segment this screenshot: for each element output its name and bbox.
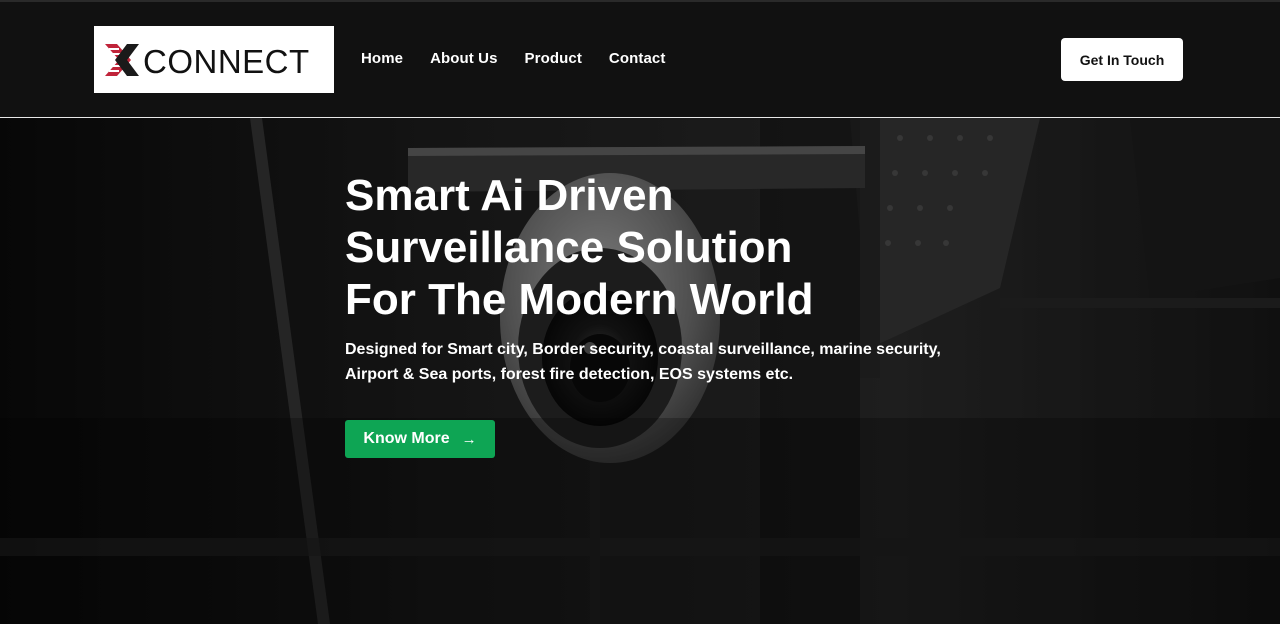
hero-subtitle-line: Designed for Smart city, Border security… <box>345 341 941 358</box>
page: CONNECT Home About Us Product Contact Ge… <box>0 0 1280 624</box>
nav-about-us[interactable]: About Us <box>430 50 497 67</box>
hero-subtitle: Designed for Smart city, Border security… <box>345 337 965 387</box>
nav-product[interactable]: Product <box>525 50 582 67</box>
hero-subtitle-line: Airport & Sea ports, forest fire detecti… <box>345 366 794 383</box>
get-in-touch-button[interactable]: Get In Touch <box>1061 38 1183 81</box>
hero-section: Smart Ai Driven Surveillance Solution Fo… <box>0 118 1280 624</box>
know-more-button[interactable]: Know More → <box>345 420 495 458</box>
site-header: CONNECT Home About Us Product Contact Ge… <box>0 0 1280 118</box>
logo-x-icon <box>105 43 139 76</box>
arrow-right-icon: → <box>461 430 477 448</box>
hero-title-line: Surveillance Solution <box>345 223 793 272</box>
hero-title-line: Smart Ai Driven <box>345 171 674 220</box>
know-more-label: Know More <box>363 430 450 447</box>
hero-title: Smart Ai Driven Surveillance Solution Fo… <box>345 170 965 326</box>
nav-home[interactable]: Home <box>361 50 403 67</box>
logo-wordmark: CONNECT <box>143 43 310 80</box>
nav-contact[interactable]: Contact <box>609 50 666 67</box>
logo[interactable]: CONNECT <box>94 26 334 93</box>
main-nav: Home About Us Product Contact <box>361 50 665 67</box>
hero-title-line: For The Modern World <box>345 275 814 324</box>
logo-mark: CONNECT <box>105 43 310 80</box>
